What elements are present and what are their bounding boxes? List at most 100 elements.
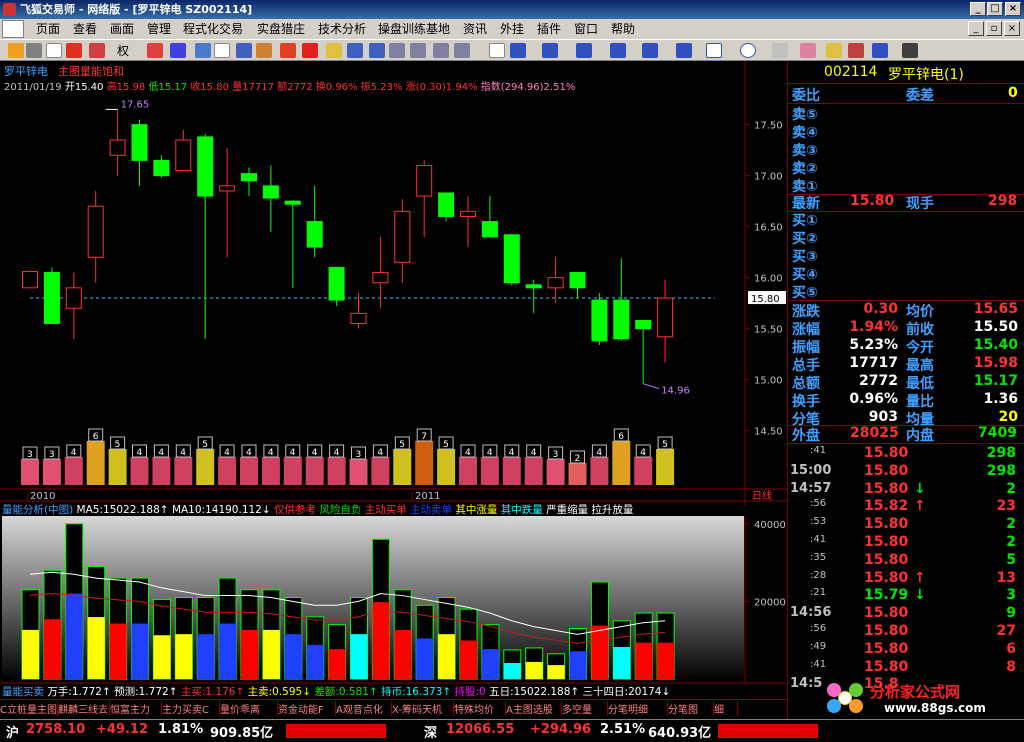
text-tool-icon[interactable] [772, 43, 788, 58]
lock-icon[interactable] [826, 43, 842, 58]
indicator-tab[interactable]: 主力买卖C [162, 701, 220, 716]
maximize-button[interactable]: □ [987, 2, 1003, 16]
home-icon[interactable] [8, 43, 24, 58]
volume-bar-fill [635, 642, 653, 679]
indicator-tab[interactable]: A观音点化 [336, 701, 392, 716]
cursor-icon[interactable] [489, 43, 505, 58]
rect-tool-icon[interactable] [706, 43, 722, 58]
close-button[interactable]: × [1005, 2, 1021, 16]
indicator-tab[interactable]: A主图选股 [506, 701, 562, 716]
channel-tool-icon[interactable] [642, 43, 658, 58]
indicator-tab[interactable]: 麒麟三线去 [58, 701, 110, 716]
menu-info[interactable]: 资讯 [463, 21, 487, 37]
minimize-button[interactable]: _ [970, 2, 986, 16]
indicator-tab[interactable]: C立桩量主图 [0, 701, 58, 716]
menu-plugin[interactable]: 插件 [537, 21, 561, 37]
bp-cash: 持币:16.373↑ [381, 686, 452, 698]
pin-icon[interactable] [66, 43, 82, 58]
date-label: 2010 [30, 491, 55, 502]
rsi-icon[interactable] [46, 43, 62, 58]
line-tool-icon[interactable] [510, 43, 526, 58]
vline-tool-icon[interactable] [576, 43, 592, 58]
indicator-tab[interactable]: 多空量 [562, 701, 608, 716]
menu-page[interactable]: 页面 [36, 21, 60, 37]
indicator-tab[interactable]: X-筹码天机 [392, 701, 454, 716]
sz-breadth-bar [718, 724, 818, 738]
indicator-tab[interactable]: 恒富主力 [110, 701, 162, 716]
save-icon[interactable] [902, 43, 918, 58]
mdi-close-button[interactable]: × [1004, 21, 1020, 36]
chart-area[interactable]: 17.50 17.00 16.50 16.00 15.50 15.00 14.50 15.80… [0, 61, 787, 719]
tick-volume: 298 [986, 445, 1016, 461]
volume-bar-fill [591, 625, 609, 679]
layout3-icon[interactable] [433, 43, 449, 58]
divider [788, 103, 1024, 104]
arrow-down-icon: ↓ [914, 587, 926, 604]
mdi-restore-button[interactable]: ▫ [986, 21, 1002, 36]
menu-manage[interactable]: 管理 [147, 21, 171, 37]
tick-time: :49 [810, 640, 827, 652]
menu-training[interactable]: 操盘训练基地 [378, 21, 450, 37]
indicator-tab[interactable]: 特殊均价 [454, 701, 506, 716]
list-icon[interactable] [347, 43, 363, 58]
search-icon[interactable] [256, 43, 272, 58]
arrow-up-icon: ↑ [914, 569, 926, 586]
glasses-icon[interactable] [147, 43, 163, 58]
volume-badge-bar [130, 457, 149, 485]
chart-canvas: 17.50 17.00 16.50 16.00 15.50 15.00 14.50 15.80… [0, 61, 787, 684]
window-icon[interactable] [195, 43, 211, 58]
tick-price: 15.80 [864, 462, 909, 479]
app-icon [3, 3, 16, 16]
menu-window[interactable]: 窗口 [574, 21, 598, 37]
hline-tool-icon[interactable] [542, 43, 558, 58]
binoculars-icon[interactable] [170, 43, 186, 58]
menu-addon[interactable]: 外挂 [500, 21, 524, 37]
menu-tech-analysis[interactable]: 技术分析 [318, 21, 366, 37]
eraser-icon[interactable] [800, 43, 816, 58]
ellipse-tool-icon[interactable] [740, 43, 756, 58]
tick-volume: 23 [996, 498, 1016, 515]
candle-body [503, 234, 520, 284]
pencil-icon[interactable] [326, 43, 342, 58]
indicator-tab[interactable]: 分笔图 [668, 701, 714, 716]
menu-view[interactable]: 查看 [73, 21, 97, 37]
status-bar: 沪 2758.10 +49.12 1.81% 909.85亿 深 12066.5… [0, 719, 1024, 742]
indicator-tab[interactable]: 资金动能F [278, 701, 336, 716]
tick-time: :56 [810, 623, 827, 634]
candle-body [87, 205, 104, 258]
rights-selector[interactable]: 权 [117, 42, 129, 59]
layout2-icon[interactable] [410, 43, 426, 58]
bp-hold: 持股:0 [454, 686, 486, 698]
divider [788, 83, 1024, 84]
fan-tool-icon[interactable] [610, 43, 626, 58]
parallel-tool-icon[interactable] [676, 43, 692, 58]
stat-label: 分笔 [792, 412, 820, 428]
indicator-tab[interactable]: 量价乖离 [220, 701, 278, 716]
info-turnover: 换0.96% [315, 82, 358, 93]
stat-label: 今开 [906, 340, 934, 356]
volume-bar-fill [657, 642, 675, 679]
menu-help[interactable]: 帮助 [611, 21, 635, 37]
sh-breadth-bar [286, 724, 386, 738]
layout1-icon[interactable] [389, 43, 405, 58]
indicator-tab[interactable]: 分笔明细 [608, 701, 668, 716]
indicator-tab[interactable]: 细 [714, 701, 738, 716]
drop-icon[interactable] [26, 43, 42, 58]
menu-hunt[interactable]: 实盘猎庄 [257, 21, 305, 37]
stat-label: 涨幅 [792, 322, 820, 338]
stat-value: 2772 [859, 373, 898, 389]
doc-icon[interactable] [214, 43, 230, 58]
alarm-icon[interactable] [280, 43, 296, 58]
swap-icon[interactable] [89, 43, 105, 58]
menu-program-trade[interactable]: 程式化交易 [183, 21, 243, 37]
color-grid-icon[interactable] [848, 43, 864, 58]
book-icon[interactable] [236, 43, 252, 58]
mdi-minimize-button[interactable]: _ [968, 21, 984, 36]
menu-screen[interactable]: 画面 [110, 21, 134, 37]
trash-icon[interactable] [872, 43, 888, 58]
layout4-icon[interactable] [454, 43, 470, 58]
table-icon[interactable] [369, 43, 385, 58]
volume-badge-label: 4 [71, 448, 77, 458]
bell-icon[interactable] [302, 43, 318, 58]
tick-time: 14:57 [790, 480, 832, 496]
